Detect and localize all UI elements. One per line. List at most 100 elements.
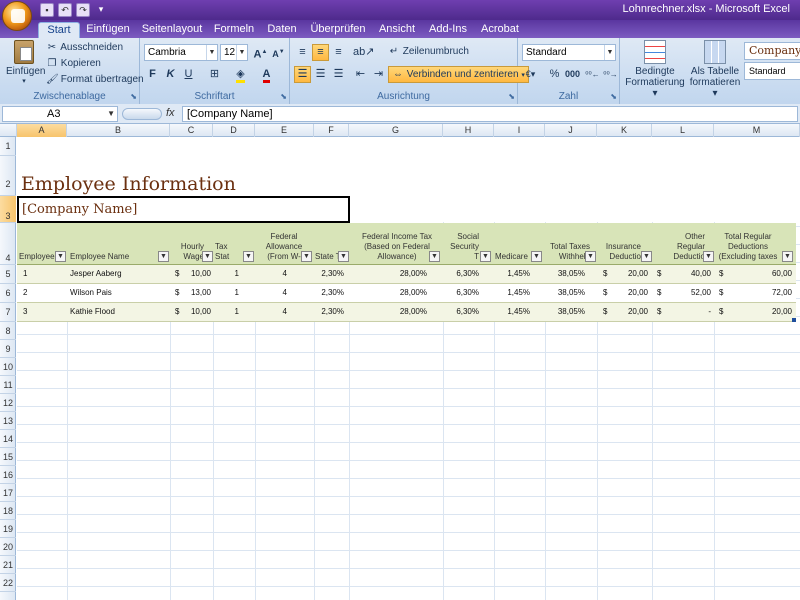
row-header[interactable]: 21	[0, 556, 16, 574]
font-launcher-icon[interactable]: ⬊	[280, 92, 287, 101]
name-box[interactable]: A3 ▼	[2, 106, 118, 122]
tab-start[interactable]: Start	[38, 22, 80, 38]
paste-button[interactable]: Einfügen ▾	[6, 40, 45, 85]
thousands-button[interactable]: 000	[564, 66, 581, 83]
formula-input[interactable]: [Company Name]	[182, 106, 798, 122]
row-header[interactable]: 6	[0, 284, 16, 303]
filter-dropdown-icon[interactable]: ▼	[202, 251, 213, 262]
conditional-formatting-button[interactable]: Bedingte Formatierung ▾	[624, 40, 686, 99]
filter-dropdown-icon[interactable]: ▼	[480, 251, 491, 262]
align-bottom-button[interactable]: ≡	[330, 44, 347, 61]
row-header[interactable]: 17	[0, 484, 16, 502]
align-top-button[interactable]: ≡	[294, 44, 311, 61]
increase-decimal-button[interactable]: ⁰⁰←	[584, 66, 601, 83]
merge-center-button[interactable]: ⇔ Verbinden und zentrieren ▾	[388, 66, 529, 83]
cut-button[interactable]: ✂ Ausschneiden	[46, 42, 123, 53]
clipboard-launcher-icon[interactable]: ⬊	[130, 92, 137, 101]
select-all-button[interactable]	[0, 124, 17, 137]
align-middle-button[interactable]: ≡	[312, 44, 329, 61]
row-header[interactable]: 18	[0, 502, 16, 520]
row-header[interactable]: 2	[0, 156, 16, 196]
cell-style-company[interactable]: Company	[744, 42, 800, 60]
company-name-cell[interactable]: [Company Name]	[17, 196, 350, 223]
row-header[interactable]: 8	[0, 322, 16, 340]
row-header[interactable]: 7	[0, 303, 16, 322]
font-size-combo[interactable]: 12 ▼	[220, 44, 248, 61]
tab-ansicht[interactable]: Ansicht	[372, 22, 422, 38]
column-header[interactable]: J	[545, 124, 597, 137]
increase-indent-button[interactable]: ⇥	[370, 66, 387, 83]
align-center-button[interactable]: ☰	[312, 66, 329, 83]
undo-icon[interactable]: ↶	[58, 3, 72, 17]
insert-function-button[interactable]: fx	[166, 107, 175, 119]
column-header[interactable]: D	[213, 124, 255, 137]
number-launcher-icon[interactable]: ⬊	[610, 92, 617, 101]
save-icon[interactable]: ▪	[40, 3, 54, 17]
table-row[interactable]: 1 Jesper Aaberg $ 10,00 1 4 2,30% 28,00%…	[17, 265, 796, 284]
column-header[interactable]: C	[170, 124, 213, 137]
filter-dropdown-icon[interactable]: ▼	[782, 251, 793, 262]
column-header[interactable]: B	[67, 124, 170, 137]
row-header[interactable]: 3	[0, 196, 16, 223]
borders-button[interactable]: ⊞	[206, 66, 223, 83]
table-row[interactable]: 3 Kathie Flood $ 10,00 1 4 2,30% 28,00% …	[17, 303, 796, 322]
percent-button[interactable]: %	[546, 66, 563, 83]
underline-button[interactable]: U	[180, 66, 197, 83]
row-header[interactable]: 12	[0, 394, 16, 412]
filter-dropdown-icon[interactable]: ▼	[585, 251, 596, 262]
format-as-table-button[interactable]: Als Tabelle formatieren ▾	[688, 40, 742, 99]
tab-seitenlayout[interactable]: Seitenlayout	[136, 22, 208, 38]
row-header[interactable]: 20	[0, 538, 16, 556]
filter-dropdown-icon[interactable]: ▼	[55, 251, 66, 262]
filter-dropdown-icon[interactable]: ▼	[429, 251, 440, 262]
column-header[interactable]: K	[597, 124, 652, 137]
tab-ueberpruefen[interactable]: Überprüfen	[304, 22, 372, 38]
column-header[interactable]: G	[349, 124, 443, 137]
row-header[interactable]: 10	[0, 358, 16, 376]
currency-button[interactable]: €▾	[522, 66, 539, 83]
align-right-button[interactable]: ☰	[330, 66, 347, 83]
alignment-launcher-icon[interactable]: ⬊	[508, 92, 515, 101]
row-header[interactable]: 13	[0, 412, 16, 430]
tab-daten[interactable]: Daten	[260, 22, 304, 38]
fill-color-button[interactable]: ◈	[232, 66, 249, 83]
column-header[interactable]: E	[255, 124, 314, 137]
tab-formeln[interactable]: Formeln	[208, 22, 260, 38]
row-header[interactable]: 15	[0, 448, 16, 466]
font-name-combo[interactable]: Cambria ▼	[144, 44, 218, 61]
column-header[interactable]: M	[714, 124, 800, 137]
column-header[interactable]: H	[443, 124, 494, 137]
row-header[interactable]: 14	[0, 430, 16, 448]
tab-acrobat[interactable]: Acrobat	[474, 22, 526, 38]
row-header[interactable]: 5	[0, 265, 16, 284]
column-header[interactable]: I	[494, 124, 545, 137]
table-resize-handle[interactable]	[792, 318, 796, 322]
office-button[interactable]	[2, 1, 32, 31]
row-header[interactable]: 16	[0, 466, 16, 484]
filter-dropdown-icon[interactable]: ▼	[243, 251, 254, 262]
bold-button[interactable]: F	[144, 66, 161, 83]
copy-button[interactable]: ❐ Kopieren	[46, 58, 101, 69]
filter-dropdown-icon[interactable]: ▼	[641, 251, 652, 262]
column-header[interactable]: L	[652, 124, 714, 137]
wrap-text-button[interactable]: ↵ Zeilenumbruch	[388, 46, 469, 57]
row-header[interactable]: 22	[0, 574, 16, 592]
row-header[interactable]: 11	[0, 376, 16, 394]
row-header[interactable]: 1	[0, 137, 16, 156]
redo-icon[interactable]: ↷	[76, 3, 90, 17]
font-color-button[interactable]: A	[258, 66, 275, 83]
filter-dropdown-icon[interactable]: ▼	[703, 251, 714, 262]
qat-dropdown-icon[interactable]: ▾	[94, 3, 108, 17]
filter-dropdown-icon[interactable]: ▼	[301, 251, 312, 262]
tab-add-ins[interactable]: Add-Ins	[422, 22, 474, 38]
row-header[interactable]: 4	[0, 223, 16, 265]
cell-style-standard[interactable]: Standard	[744, 62, 800, 80]
filter-dropdown-icon[interactable]: ▼	[158, 251, 169, 262]
column-header[interactable]: F	[314, 124, 349, 137]
shrink-font-button[interactable]: A▼	[270, 44, 287, 61]
align-left-button[interactable]: ☰	[294, 66, 311, 83]
filter-dropdown-icon[interactable]: ▼	[531, 251, 542, 262]
format-painter-button[interactable]: 🖌 Format übertragen	[46, 74, 144, 85]
italic-button[interactable]: K	[162, 66, 179, 83]
orientation-button[interactable]: ab↗	[352, 44, 374, 61]
